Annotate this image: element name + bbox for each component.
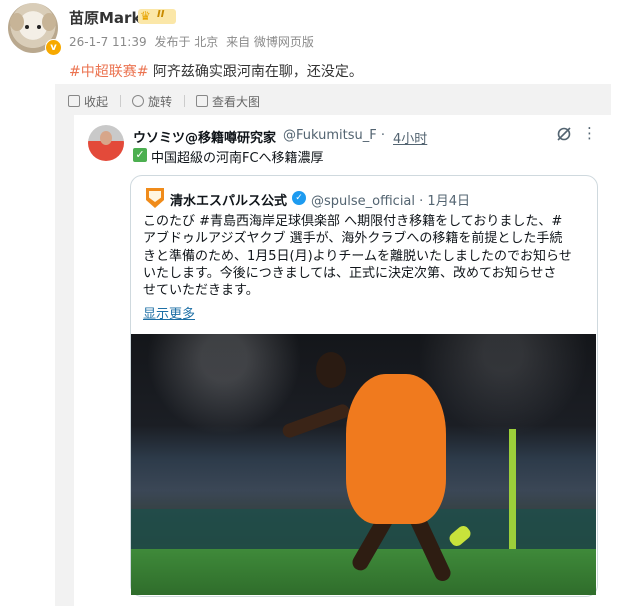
collapse-button[interactable]: 收起 — [68, 93, 108, 110]
divider — [184, 95, 185, 107]
quote-line: アブドゥルアジズヤクブ 選手が、海外クラブへの移籍を前提とした手続 — [143, 231, 563, 247]
divider — [120, 95, 121, 107]
quote-handle[interactable]: @spulse_official — [311, 194, 415, 209]
tweet-time[interactable]: 4小时 — [393, 128, 427, 147]
quote-line: このたび #青島西海岸足球倶楽部 へ期限付き移籍をしておりました、# — [143, 214, 563, 229]
grok-icon-svg — [557, 127, 571, 141]
post-body: 阿齐兹确实跟河南在聊，还没定。 — [148, 64, 363, 80]
grok-icon[interactable] — [556, 126, 572, 146]
post-meta: 26-1-7 11:39 发布于 北京 来自 微博网页版 — [69, 33, 314, 50]
player-photo[interactable] — [131, 334, 596, 595]
view-large-icon — [196, 95, 208, 107]
post-time[interactable]: 26-1-7 11:39 — [69, 35, 147, 49]
view-large-label: 查看大图 — [212, 95, 261, 109]
avatar-ear — [10, 13, 24, 31]
avatar-ear — [42, 13, 56, 31]
rotate-icon — [132, 95, 144, 107]
avatar-eye — [37, 25, 41, 29]
tweet-author-name[interactable]: ウソミツ@移籍噂研究家 — [133, 127, 276, 146]
more-icon[interactable]: ⋮ — [582, 124, 598, 142]
rotate-button[interactable]: 旋转 — [132, 93, 172, 110]
quote-text: このたび #青島西海岸足球倶楽部 へ期限付き移籍をしておりました、# アブドゥル… — [143, 213, 591, 299]
collapse-label: 收起 — [84, 95, 109, 109]
collapse-icon — [68, 95, 80, 107]
avatar-eye — [25, 25, 29, 29]
player-head — [316, 352, 346, 388]
quote-line: せていただきます。 — [143, 283, 259, 299]
tweet-text: 中国超級の河南FCへ移籍濃厚 — [151, 151, 324, 166]
post-source: 来自 微博网页版 — [226, 35, 314, 49]
tweet-dot: · — [380, 128, 386, 143]
show-more-link[interactable]: 显示更多 — [143, 303, 195, 322]
post-text: #中超联赛# 阿齐兹确实跟河南在聊，还没定。 — [69, 61, 363, 81]
tweet-avatar-face — [100, 131, 112, 145]
crown-icon: ♛ — [140, 9, 151, 23]
rotate-label: 旋转 — [148, 95, 173, 109]
view-large-button[interactable]: 查看大图 — [196, 93, 260, 110]
tweet-avatar[interactable] — [88, 125, 124, 161]
tweet-author-handle: @Fukumitsu_F · — [283, 128, 385, 143]
quote-line: きと準備のため、1月5日(月)よりチームを離脱いたしましたのでお知らせ — [143, 248, 572, 264]
quote-date: · 1月4日 — [419, 194, 470, 209]
level-number: II — [157, 9, 165, 20]
tweet-handle[interactable]: @Fukumitsu_F — [283, 128, 377, 143]
post-location: 发布于 北京 — [154, 35, 219, 49]
player-jersey — [346, 374, 446, 524]
hashtag-link[interactable]: #中超联赛# — [69, 64, 148, 80]
quote-line: いたします。今後につきましては、正式に決定次第、改めてお知らせさ — [143, 265, 557, 281]
quote-handle-line: @spulse_official · 1月4日 — [311, 190, 470, 209]
check-icon: ✓ — [133, 148, 147, 162]
author-name[interactable]: 苗原Mark — [69, 7, 141, 28]
verified-badge: v — [45, 39, 62, 56]
quote-author-name[interactable]: 清水エスパルス公式 — [170, 190, 287, 209]
verified-icon: ✓ — [292, 191, 306, 205]
level-badge: ♛ II — [138, 9, 176, 24]
goal-post — [509, 429, 516, 549]
